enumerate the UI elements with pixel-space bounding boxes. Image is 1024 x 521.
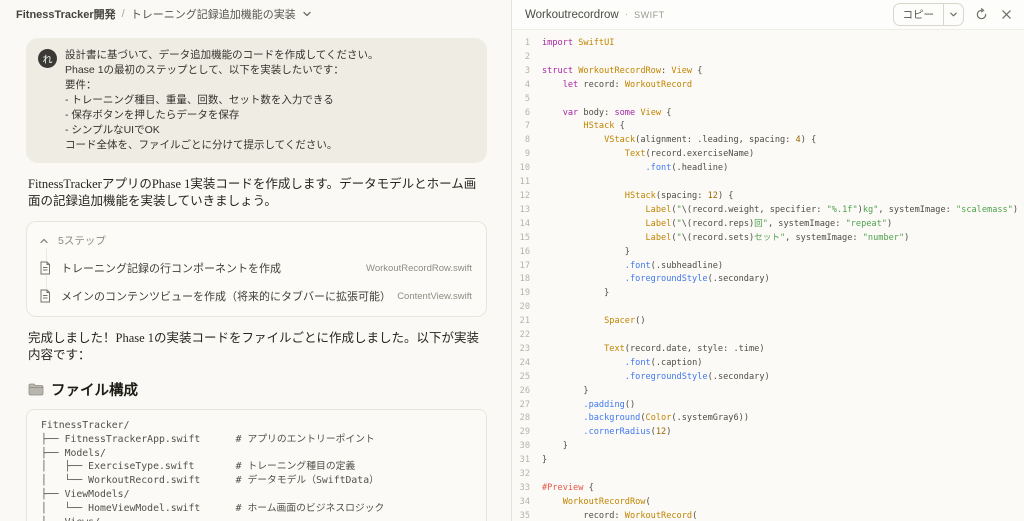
steps-list: トレーニング記録の行コンポーネントを作成 WorkoutRecordRow.sw… [39,254,472,310]
code-line: 29 .cornerRadius(12) [519,427,672,438]
step-filename: WorkoutRecordRow.swift [366,262,472,274]
code-line: 12 HStack(spacing: 12) { [519,190,734,201]
steps-card: 5ステップ トレーニング記録の行コンポーネントを作成 WorkoutRecord… [26,221,487,317]
code-line: 35 record: WorkoutRecord( [519,510,698,521]
code-line: 33 #Preview { [519,483,594,493]
code-line: 24 .font(.caption) [519,357,703,368]
step-item[interactable]: メインのコンテンツビューを作成（将来的にタブバーに拡張可能） ContentVi… [39,282,472,310]
code-line: 22 [519,330,530,341]
file-tree-line: ├── Models/ [41,447,106,459]
code-line: 7 HStack { [524,121,625,132]
artifact-header: Workoutrecordrow · SWIFT コピー [512,0,1024,30]
breadcrumb-separator: / [121,8,125,20]
artifact-panel: Workoutrecordrow · SWIFT コピー 1 import Swi… [512,0,1024,521]
code-line: 25 .foregroundStyle(.secondary) [519,371,770,382]
file-structure-heading: ファイル構成 [28,379,485,400]
copy-options-chevron-icon[interactable] [943,4,963,25]
code-line: 20 [519,302,530,313]
code-line: 21 Spacer() [519,316,646,327]
conversation-panel: FitnessTracker開発 / トレーニング記録追加機能の実装 れ 設計書… [0,0,512,521]
code-line: 13 Label("\(record.weight, specifier: "%… [519,204,1019,215]
code-line: 26 } [519,385,589,396]
code-viewer[interactable]: 1 import SwiftUI 2 3 struct WorkoutRecordRo… [512,30,1024,521]
file-tree-line: └── Views/ [41,516,472,521]
assistant-done-text: 完成しました！Phase 1の実装コードをファイルごとに作成しました。以下が実装… [28,331,480,362]
code-line: 15 Label("\(record.sets)セット", systemImag… [519,232,910,243]
code-line: 11 [519,177,530,188]
code-line: 2 [524,51,530,62]
assistant-intro-text: FitnessTrackerアプリのPhase 1実装コードを作成します。データ… [28,177,477,208]
code-line: 19 } [519,288,610,299]
chat-scroll-area[interactable]: れ 設計書に基づいて、データ追加機能のコードを作成してください。 Phase 1… [0,28,511,521]
code-line: 10 .font(.headline) [519,163,729,174]
file-tree: FitnessTracker/ ├── FitnessTrackerApp.swi… [41,419,472,521]
code-line: 27 .padding() [519,399,636,410]
code-line: 4 let record: WorkoutRecord [524,79,693,90]
breadcrumb[interactable]: FitnessTracker開発 / トレーニング記録追加機能の実装 [0,0,511,28]
document-icon [39,289,52,303]
code-line: 9 Text(record.exerciseName) [524,149,755,160]
step-item[interactable]: トレーニング記録の行コンポーネントを作成 WorkoutRecordRow.sw… [39,254,472,282]
step-label: メインのコンテンツビューを作成（将来的にタブバーに拡張可能） [61,291,389,303]
code-line: 18 .foregroundStyle(.secondary) [519,274,770,285]
code-lines: 1 import SwiftUI 2 3 struct WorkoutRecordRo… [512,37,1024,521]
file-tree-line: ├── FitnessTrackerApp.swift # アプリのエントリーポ… [41,433,375,445]
file-tree-line: │ └── WorkoutRecord.swift # データモデル（Swift… [41,475,379,487]
folder-icon [28,383,44,396]
code-line: 23 Text(record.date, style: .time) [519,343,765,354]
code-line: 6 var body: some View { [524,107,672,118]
code-line: 8 VStack(alignment: .leading, spacing: 4… [524,135,817,146]
steps-count-label: 5ステップ [58,235,106,247]
step-filename: ContentView.swift [397,290,472,302]
code-line: 1 import SwiftUI [524,38,615,48]
file-structure-title: ファイル構成 [51,383,138,399]
code-line: 17 .font(.subheadline) [519,260,724,271]
code-line: 16 } [519,246,630,257]
file-tree-line: ├── ViewModels/ [41,488,130,500]
file-tree-block: FitnessTracker/ ├── FitnessTrackerApp.swi… [26,409,487,521]
artifact-actions: コピー [892,3,1015,26]
title-separator: · [624,9,629,20]
steps-header[interactable]: 5ステップ [39,231,472,254]
file-tree-line: │ └── HomeViewModel.swift # ホーム画面のビジネスロジ… [41,502,385,514]
breadcrumb-project: FitnessTracker開発 [16,9,116,21]
file-tree-line: │ ├── ExerciseType.swift # トレーニング種目の定義 [41,461,356,473]
code-line: 28 .background(Color(.systemGray6)) [519,413,749,424]
user-avatar: れ [38,49,57,68]
language-badge: SWIFT [634,9,665,20]
code-line: 5 [524,93,530,104]
code-line: 31} [519,455,548,466]
refresh-icon[interactable] [973,7,989,23]
copy-button[interactable]: コピー [894,4,944,25]
copy-split-button: コピー [892,3,964,26]
code-line: 30 } [519,441,568,452]
chevron-down-icon[interactable] [302,9,312,19]
breadcrumb-page-title: トレーニング記録追加機能の実装 [130,9,296,21]
code-line: 14 Label("\(record.reps)回", systemImage:… [519,218,893,229]
document-icon [39,261,52,275]
code-line: 34 WorkoutRecordRow( [519,496,651,507]
file-tree-line: FitnessTracker/ [41,420,130,431]
user-message-text: 設計書に基づいて、データ追加機能のコードを作成してください。 Phase 1の最… [65,49,379,151]
close-icon[interactable] [998,7,1014,23]
artifact-title: Workoutrecordrow [525,8,619,21]
step-label: トレーニング記録の行コンポーネントを作成 [61,263,281,275]
user-message: れ 設計書に基づいて、データ追加機能のコードを作成してください。 Phase 1… [26,38,487,163]
code-line: 3 struct WorkoutRecordRow: View { [524,65,703,76]
code-line: 32 [519,469,530,480]
chevron-up-icon [39,236,49,246]
